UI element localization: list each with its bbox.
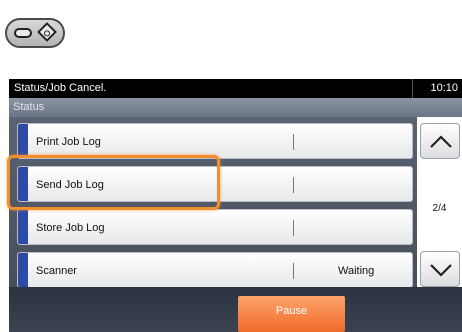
row-accent: [18, 253, 28, 287]
row-divider: [293, 263, 294, 279]
scroll-up-button[interactable]: [420, 123, 460, 159]
pause-button[interactable]: Pause: [238, 296, 345, 332]
highlight-frame: [7, 155, 220, 210]
list-item-store-job-log[interactable]: Store Job Log: [17, 209, 413, 245]
screen-title: Status/Job Cancel.: [14, 82, 107, 94]
row-status: Waiting: [338, 265, 375, 277]
row-divider: [293, 220, 294, 236]
pager: 2/4: [417, 117, 462, 287]
page-indicator: 2/4: [432, 203, 447, 214]
diamond-icon: [37, 22, 57, 42]
scroll-down-button[interactable]: [420, 251, 460, 287]
clock-box: 10:10: [412, 79, 462, 98]
row-divider: [293, 177, 294, 193]
row-label: Print Job Log: [36, 136, 101, 148]
pill-icon: [14, 28, 32, 38]
list-item-print-job-log[interactable]: Print Job Log: [17, 123, 413, 159]
clock: 10:10: [430, 82, 458, 94]
chevron-down-icon: [430, 264, 452, 277]
section-label: Status: [13, 101, 45, 113]
chevron-up-icon: [430, 135, 452, 148]
row-label: Store Job Log: [36, 222, 105, 234]
status-job-cancel-key[interactable]: [5, 18, 65, 48]
footer-bar: Pause: [9, 287, 462, 332]
title-bar: Status/Job Cancel. 10:10: [9, 79, 462, 98]
section-bar: Status: [9, 98, 462, 117]
row-accent: [18, 124, 28, 158]
row-accent: [18, 210, 28, 244]
row-label: Scanner: [36, 265, 77, 277]
row-divider: [293, 134, 294, 150]
list-item-scanner[interactable]: Scanner Waiting: [17, 252, 413, 288]
